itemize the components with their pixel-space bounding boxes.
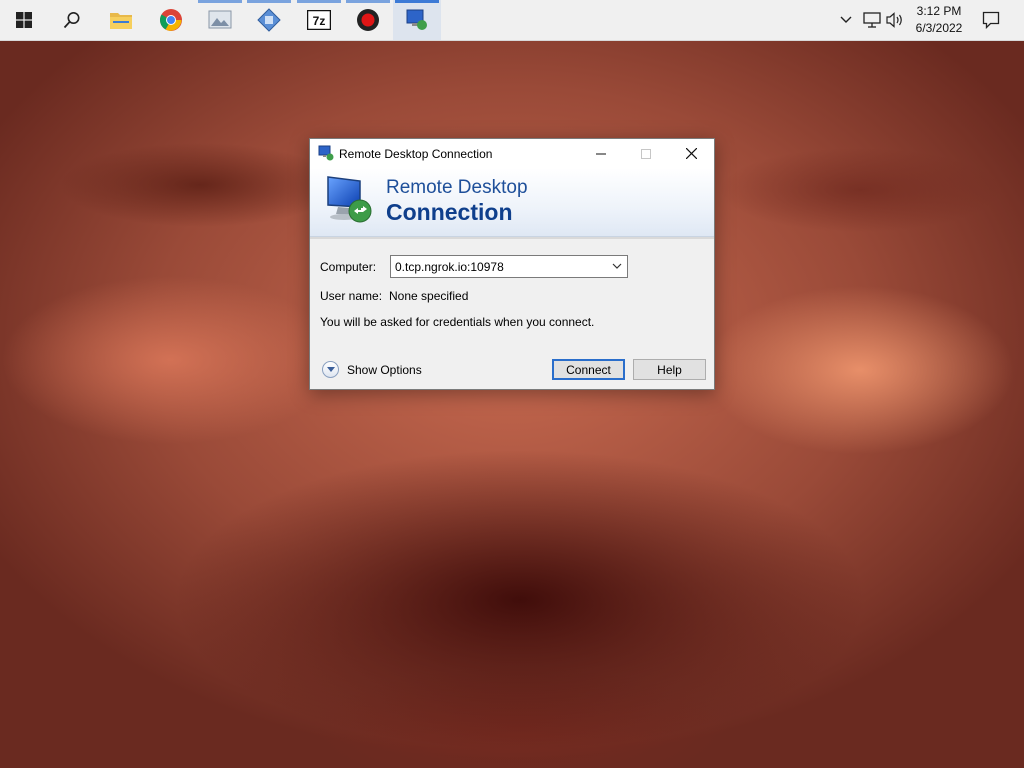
credentials-info-text: You will be asked for credentials when y… bbox=[320, 315, 595, 329]
app-button-image-viewer[interactable] bbox=[196, 0, 244, 40]
minimize-button[interactable] bbox=[578, 139, 624, 168]
file-explorer-button[interactable] bbox=[97, 0, 145, 40]
banner-title-line1: Remote Desktop bbox=[386, 177, 528, 198]
banner-title-line2: Connection bbox=[386, 199, 513, 225]
connect-button[interactable]: Connect bbox=[552, 359, 625, 380]
remote-desktop-icon bbox=[406, 9, 427, 30]
remote-desktop-logo-icon bbox=[327, 176, 372, 223]
remote-desktop-icon bbox=[318, 145, 334, 161]
clock-time: 3:12 PM bbox=[916, 4, 962, 18]
expand-icon bbox=[322, 361, 339, 378]
network-tool-icon bbox=[257, 8, 281, 32]
maximize-button bbox=[623, 139, 669, 168]
taskbar: 7z 3:12 PM 6/3/2022 bbox=[0, 0, 1024, 41]
image-viewer-icon bbox=[208, 10, 232, 29]
remote-desktop-dialog: Remote Desktop Connection Remote Desktop… bbox=[309, 138, 715, 390]
dialog-titlebar[interactable]: Remote Desktop Connection bbox=[310, 139, 714, 168]
app-button-network[interactable] bbox=[245, 0, 293, 40]
chrome-icon bbox=[160, 9, 182, 31]
computer-combobox[interactable]: 0.tcp.ngrok.io:10978 bbox=[390, 255, 628, 278]
show-options-toggle[interactable]: Show Options bbox=[322, 361, 422, 378]
chevron-down-icon bbox=[840, 16, 852, 23]
network-status-button[interactable] bbox=[861, 0, 883, 40]
computer-label: Computer: bbox=[320, 260, 377, 274]
dialog-title: Remote Desktop Connection bbox=[339, 147, 493, 161]
record-icon bbox=[357, 9, 379, 31]
clock-date: 6/3/2022 bbox=[915, 21, 963, 35]
search-button[interactable] bbox=[48, 0, 96, 40]
app-button-recorder[interactable] bbox=[344, 0, 392, 40]
speaker-icon bbox=[886, 12, 902, 28]
help-button[interactable]: Help bbox=[633, 359, 706, 380]
start-button[interactable] bbox=[0, 0, 48, 40]
action-center-button[interactable] bbox=[978, 0, 1004, 40]
close-button[interactable] bbox=[668, 139, 714, 168]
username-label: User name: bbox=[320, 289, 383, 303]
chevron-down-icon bbox=[612, 263, 622, 269]
computer-value[interactable]: 0.tcp.ngrok.io:10978 bbox=[395, 260, 504, 274]
search-icon bbox=[63, 12, 80, 29]
volume-button[interactable] bbox=[884, 0, 906, 40]
svg-text:7z: 7z bbox=[313, 14, 326, 28]
maximize-icon bbox=[641, 148, 651, 159]
app-button-remote-desktop[interactable] bbox=[393, 0, 441, 40]
chrome-button[interactable] bbox=[147, 0, 195, 40]
7zip-icon: 7z bbox=[307, 10, 331, 30]
show-options-label: Show Options bbox=[347, 362, 422, 377]
notification-icon bbox=[982, 11, 1000, 29]
network-icon bbox=[863, 12, 881, 28]
username-value: None specified bbox=[389, 289, 469, 303]
dropdown-arrow-button[interactable] bbox=[610, 259, 624, 273]
close-icon bbox=[685, 148, 697, 159]
show-hidden-icons-button[interactable] bbox=[838, 0, 854, 40]
windows-logo-icon bbox=[16, 12, 32, 28]
clock[interactable]: 3:12 PM 6/3/2022 bbox=[906, 3, 972, 37]
dialog-banner: Remote Desktop Connection bbox=[310, 168, 714, 239]
minimize-icon bbox=[596, 153, 606, 154]
folder-icon bbox=[110, 13, 132, 29]
app-button-7zip[interactable]: 7z bbox=[295, 0, 343, 40]
